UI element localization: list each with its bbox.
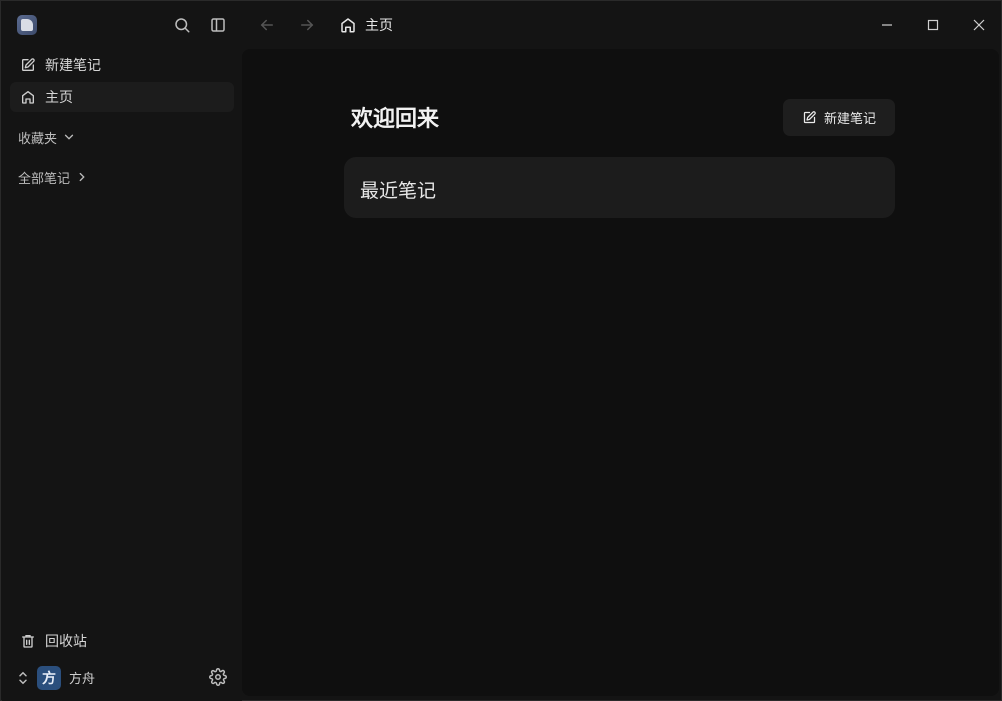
search-icon xyxy=(175,18,190,33)
app-window: 新建笔记 主页 收藏夹 全部笔记 回收站 方 方舟 主页 欢迎回来 新建笔记 最… xyxy=(0,0,1002,701)
workspace-switcher[interactable] xyxy=(11,666,35,690)
recent-notes-title: 最近笔记 xyxy=(360,180,437,202)
new-note-button[interactable]: 新建笔记 xyxy=(783,99,895,136)
search-button[interactable] xyxy=(170,13,194,37)
all-notes-section-header[interactable]: 全部笔记 xyxy=(18,167,89,187)
new-note-button-label: 新建笔记 xyxy=(823,112,876,127)
section-label: 全部笔记 xyxy=(18,171,71,187)
close-icon xyxy=(973,19,985,31)
back-button[interactable] xyxy=(255,13,279,37)
forward-button[interactable] xyxy=(295,13,319,37)
edit-icon xyxy=(803,111,816,124)
gear-icon xyxy=(209,668,227,686)
welcome-title: 欢迎回来 xyxy=(351,107,440,132)
settings-button[interactable] xyxy=(206,665,230,689)
sidebar-item-new-note[interactable]: 新建笔记 xyxy=(10,50,234,80)
arrow-right-icon xyxy=(301,19,314,31)
chevron-down-icon xyxy=(64,134,74,140)
sidebar: 新建笔记 主页 收藏夹 全部笔记 回收站 方 方舟 xyxy=(2,1,242,701)
trash-icon xyxy=(22,635,34,648)
section-label: 收藏夹 xyxy=(18,131,58,147)
sidebar-item-label: 主页 xyxy=(45,90,73,106)
minimize-button[interactable] xyxy=(875,13,899,37)
sidebar-item-label: 新建笔记 xyxy=(45,58,101,74)
chevrons-up-down-icon xyxy=(19,671,27,685)
edit-icon xyxy=(22,58,35,71)
maximize-icon xyxy=(927,19,939,31)
favorites-section-header[interactable]: 收藏夹 xyxy=(18,127,76,147)
toggle-sidebar-button[interactable] xyxy=(206,13,230,37)
sidebar-toggle-icon xyxy=(211,18,225,32)
sidebar-item-label: 回收站 xyxy=(45,634,87,650)
app-logo xyxy=(17,15,37,35)
home-icon xyxy=(22,91,34,104)
chevron-right-icon xyxy=(79,172,85,182)
current-page-title: 主页 xyxy=(339,15,393,35)
avatar[interactable]: 方 xyxy=(37,666,61,690)
sidebar-item-trash[interactable]: 回收站 xyxy=(10,626,234,656)
close-button[interactable] xyxy=(967,13,991,37)
home-icon xyxy=(341,18,355,33)
user-name[interactable]: 方舟 xyxy=(69,668,95,687)
maximize-button[interactable] xyxy=(921,13,945,37)
page-title-label: 主页 xyxy=(365,18,393,34)
arrow-left-icon xyxy=(260,19,273,31)
minimize-icon xyxy=(882,24,892,26)
recent-notes-card: 最近笔记 xyxy=(344,157,895,218)
sidebar-item-home[interactable]: 主页 xyxy=(10,82,234,112)
main-panel xyxy=(242,49,999,696)
